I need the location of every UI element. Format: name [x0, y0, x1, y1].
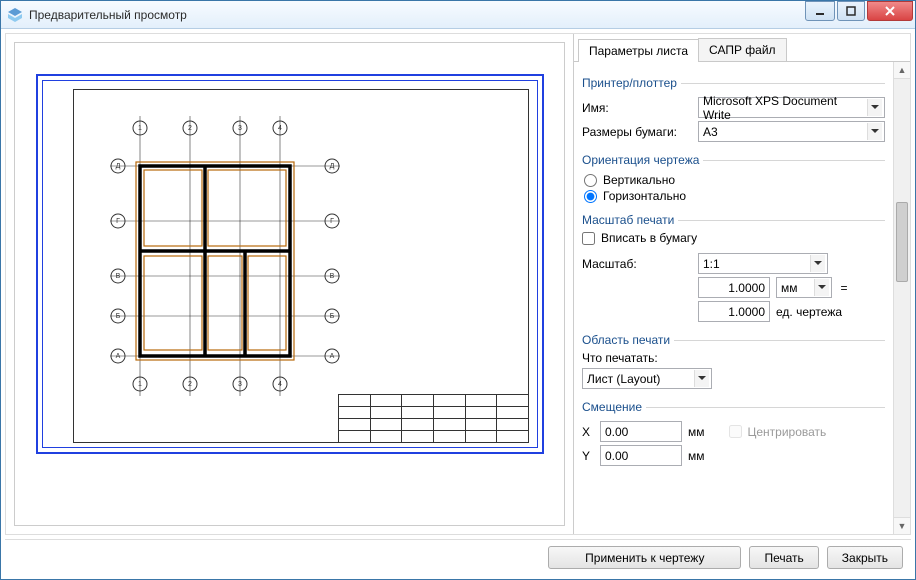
floor-plan-drawing: 1 2 3 4 1 2 3 4 Д Г В Б А Д Г В Б А	[90, 106, 360, 406]
titlebar[interactable]: Предварительный просмотр	[1, 1, 915, 29]
plot-what-combo[interactable]: Лист (Layout)	[582, 368, 712, 389]
svg-text:А: А	[116, 353, 121, 360]
svg-text:В: В	[330, 273, 335, 280]
plot-what-value: Лист (Layout)	[587, 372, 660, 386]
scale-unit-combo[interactable]: мм	[776, 277, 832, 298]
group-plot-area-title: Область печати	[582, 333, 674, 347]
close-button[interactable]	[867, 1, 913, 21]
svg-text:Б: Б	[330, 313, 335, 320]
scroll-up-icon[interactable]: ▲	[894, 62, 910, 79]
center-check: Центрировать	[729, 425, 827, 439]
printer-name-combo[interactable]: Microsoft XPS Document Write	[698, 97, 885, 118]
tab-sheet-params[interactable]: Параметры листа	[578, 39, 699, 62]
svg-text:Г: Г	[116, 218, 120, 225]
group-orientation-title: Ориентация чертежа	[582, 153, 703, 167]
scale-label: Масштаб:	[582, 257, 692, 271]
chevron-down-icon	[867, 123, 882, 140]
fit-paper-input[interactable]	[582, 232, 595, 245]
scale-combo[interactable]: 1:1	[698, 253, 828, 274]
plot-what-label: Что печатать:	[582, 351, 885, 365]
offset-y-input[interactable]	[600, 445, 682, 466]
tab-cad-file[interactable]: САПР файл	[698, 38, 787, 61]
center-input	[729, 425, 742, 438]
svg-text:4: 4	[278, 381, 282, 388]
scale-unit-value: мм	[781, 281, 798, 295]
panel-scrollbar[interactable]: ▲ ▼	[893, 62, 910, 534]
group-orientation: Ориентация чертежа Вертикально Горизонта…	[582, 153, 885, 205]
svg-text:Б: Б	[116, 313, 121, 320]
scale-bottom-input[interactable]	[698, 301, 770, 322]
print-button[interactable]: Печать	[749, 546, 818, 569]
chevron-down-icon	[694, 370, 709, 387]
offset-y-label: Y	[582, 449, 594, 463]
chevron-down-icon	[814, 279, 829, 296]
fit-paper-label: Вписать в бумагу	[601, 231, 697, 245]
offset-x-unit: мм	[688, 425, 705, 439]
printer-name-value: Microsoft XPS Document Write	[703, 94, 867, 122]
preview-dialog-window: Предварительный просмотр	[0, 0, 916, 580]
chevron-down-icon	[867, 99, 882, 116]
orientation-horizontal-label: Горизонтально	[603, 189, 686, 203]
group-offset-title: Смещение	[582, 400, 646, 414]
orientation-vertical-radio[interactable]: Вертикально	[584, 173, 885, 187]
svg-text:3: 3	[238, 381, 242, 388]
radio-horizontal-input[interactable]	[584, 190, 597, 203]
center-label: Центрировать	[748, 425, 827, 439]
window-title: Предварительный просмотр	[29, 8, 805, 22]
dialog-footer: Применить к чертежу Печать Закрыть	[5, 539, 911, 575]
svg-text:1: 1	[138, 125, 142, 132]
minimize-button[interactable]	[805, 1, 835, 21]
svg-text:Д: Д	[330, 163, 335, 170]
scale-top-input[interactable]	[698, 277, 770, 298]
group-scale: Масштаб печати Вписать в бумагу Масштаб:…	[582, 213, 885, 325]
svg-text:А: А	[330, 353, 335, 360]
preview-canvas[interactable]: 1 2 3 4 1 2 3 4 Д Г В Б А Д Г В Б А	[14, 42, 565, 526]
orientation-vertical-label: Вертикально	[603, 173, 675, 187]
svg-text:2: 2	[188, 381, 192, 388]
settings-panel: Параметры листа САПР файл Принтер/плотте…	[574, 34, 910, 534]
svg-text:Г: Г	[330, 218, 334, 225]
svg-text:3: 3	[238, 125, 242, 132]
radio-vertical-input[interactable]	[584, 174, 597, 187]
chevron-down-icon	[810, 255, 825, 272]
svg-text:2: 2	[188, 125, 192, 132]
svg-text:1: 1	[138, 381, 142, 388]
svg-text:4: 4	[278, 125, 282, 132]
apply-button[interactable]: Применить к чертежу	[548, 546, 741, 569]
scale-value: 1:1	[703, 257, 720, 271]
sheet-boundary: 1 2 3 4 1 2 3 4 Д Г В Б А Д Г В Б А	[36, 74, 544, 454]
svg-text:Д: Д	[116, 163, 121, 170]
drawing-frame: 1 2 3 4 1 2 3 4 Д Г В Б А Д Г В Б А	[73, 89, 529, 443]
app-icon	[7, 7, 23, 23]
offset-x-input[interactable]	[600, 421, 682, 442]
scroll-down-icon[interactable]: ▼	[894, 517, 910, 534]
tab-strip: Параметры листа САПР файл	[574, 34, 910, 62]
printer-name-label: Имя:	[582, 101, 692, 115]
maximize-button[interactable]	[837, 1, 865, 21]
group-scale-title: Масштаб печати	[582, 213, 678, 227]
group-plot-area: Область печати Что печатать: Лист (Layou…	[582, 333, 885, 392]
group-printer: Принтер/плоттер Имя: Microsoft XPS Docum…	[582, 76, 885, 145]
drawing-units-label: ед. чертежа	[776, 305, 842, 319]
offset-x-label: X	[582, 425, 594, 439]
paper-size-label: Размеры бумаги:	[582, 125, 692, 139]
title-block	[338, 394, 528, 442]
equals-label: =	[838, 281, 850, 295]
group-offset: Смещение X мм Центрировать	[582, 400, 885, 469]
orientation-horizontal-radio[interactable]: Горизонтально	[584, 189, 885, 203]
svg-text:В: В	[116, 273, 121, 280]
dialog-close-button[interactable]: Закрыть	[827, 546, 903, 569]
preview-pane: 1 2 3 4 1 2 3 4 Д Г В Б А Д Г В Б А	[6, 34, 574, 534]
offset-y-unit: мм	[688, 449, 705, 463]
group-printer-title: Принтер/плоттер	[582, 76, 681, 90]
scroll-thumb[interactable]	[896, 202, 908, 282]
paper-size-combo[interactable]: A3	[698, 121, 885, 142]
paper-size-value: A3	[703, 125, 718, 139]
fit-paper-check[interactable]: Вписать в бумагу	[582, 231, 885, 245]
